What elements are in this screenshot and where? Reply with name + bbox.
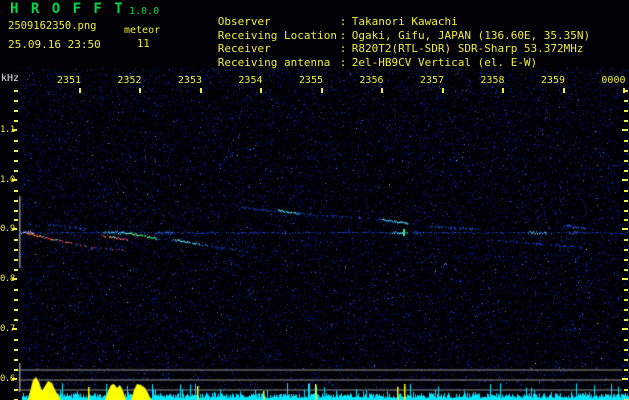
time-label: 2354: [238, 75, 263, 86]
time-label: 2357: [419, 75, 444, 86]
freq-minor-tick: [14, 289, 18, 292]
time-label: 0000: [601, 75, 626, 86]
freq-minor-tick: [14, 339, 18, 341]
axis-layer: 2351 2352 2353 2354 2355 2356 2357 2358 2359 0000…: [0, 0, 629, 400]
freq-minor-tick-right: [624, 259, 628, 262]
freq-minor-tick: [14, 209, 18, 212]
freq-minor-tick-right: [624, 90, 628, 92]
freq-minor-tick: [14, 99, 18, 102]
time-label: 2359: [540, 75, 565, 86]
freq-minor-tick-right: [624, 368, 628, 371]
freq-minor-tick: [14, 388, 18, 391]
freq-major-tick: [12, 378, 17, 380]
freq-minor-tick-right: [624, 209, 628, 212]
freq-major-tick-right: [622, 278, 628, 280]
freq-minor-tick-right: [624, 119, 628, 122]
time-label: 2358: [480, 75, 505, 86]
freq-minor-tick-right: [624, 189, 628, 192]
freq-minor-tick-right: [624, 388, 628, 391]
freq-minor-tick-right: [624, 199, 628, 202]
freq-minor-tick: [14, 189, 18, 192]
freq-minor-tick: [14, 139, 18, 142]
freq-minor-tick-right: [624, 99, 628, 102]
freq-minor-tick-right: [624, 269, 628, 272]
freq-minor-tick-right: [624, 109, 628, 112]
freq-minor-tick-right: [624, 309, 628, 312]
time-tick-mark: [381, 88, 383, 93]
freq-minor-tick: [14, 169, 18, 172]
freq-minor-tick: [14, 90, 18, 92]
freq-minor-tick: [14, 368, 18, 371]
freq-minor-tick-right: [624, 139, 628, 142]
freq-minor-tick: [14, 119, 18, 122]
freq-major-tick-right: [622, 328, 628, 330]
time-label: 2353: [177, 75, 202, 86]
time-tick-mark: [562, 88, 565, 93]
time-label: 2351: [56, 75, 81, 86]
freq-minor-tick: [14, 358, 18, 361]
freq-minor-tick-right: [624, 339, 628, 341]
freq-major-tick: [12, 328, 17, 330]
time-label: 2352: [117, 75, 142, 86]
time-tick-mark: [502, 88, 504, 93]
freq-minor-tick: [14, 219, 18, 222]
freq-minor-tick: [14, 149, 18, 152]
freq-minor-tick: [14, 249, 18, 252]
time-tick-mark: [320, 88, 323, 93]
freq-minor-tick: [14, 259, 18, 262]
freq-minor-tick: [14, 309, 18, 312]
freq-minor-tick-right: [624, 348, 628, 351]
freq-major-tick: [12, 278, 17, 280]
freq-minor-tick: [14, 299, 18, 302]
time-label: 2355: [298, 75, 323, 86]
freq-major-tick-right: [622, 129, 628, 131]
time-tick-mark: [139, 88, 141, 93]
freq-minor-tick-right: [624, 239, 628, 242]
time-tick-mark: [199, 88, 202, 93]
freq-minor-tick: [14, 159, 18, 162]
freq-minor-tick: [14, 269, 18, 272]
freq-minor-tick: [14, 199, 18, 202]
freq-minor-tick: [14, 319, 18, 322]
freq-major-tick-right: [622, 179, 628, 181]
freq-minor-tick-right: [624, 299, 628, 302]
freq-minor-tick-right: [624, 289, 628, 292]
time-label: 2356: [359, 75, 384, 86]
freq-major-tick: [12, 129, 17, 131]
time-tick-mark: [441, 88, 444, 93]
freq-major-tick: [12, 228, 17, 230]
freq-major-tick: [12, 179, 17, 181]
freq-major-tick-right: [622, 378, 628, 380]
freq-major-tick-right: [622, 228, 628, 230]
hrofft-window: H R O F F T 1.0.0 2509162350.png meteor …: [0, 0, 629, 400]
freq-minor-tick: [14, 109, 18, 112]
time-tick-mark: [260, 88, 262, 93]
freq-minor-tick-right: [624, 219, 628, 222]
freq-minor-tick-right: [624, 169, 628, 172]
freq-minor-tick-right: [624, 319, 628, 322]
freq-minor-tick: [14, 239, 18, 242]
time-tick-mark: [78, 88, 81, 93]
freq-minor-tick: [14, 348, 18, 351]
freq-minor-tick-right: [624, 159, 628, 162]
freq-minor-tick-right: [624, 149, 628, 152]
freq-minor-tick-right: [624, 358, 628, 361]
freq-minor-tick-right: [624, 249, 628, 252]
